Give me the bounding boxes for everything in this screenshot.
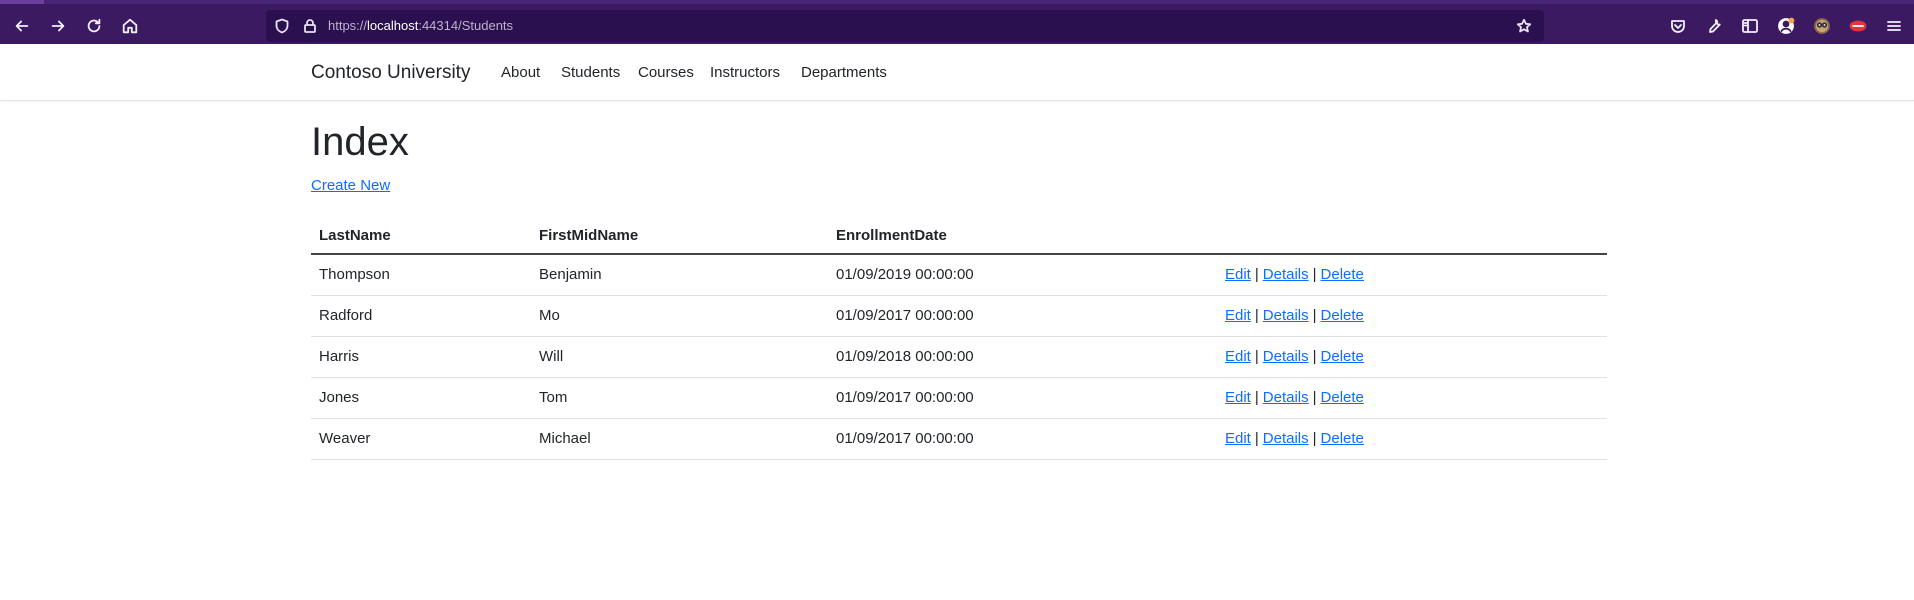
action-separator: |	[1312, 307, 1317, 324]
edit-link[interactable]: Edit	[1225, 348, 1251, 365]
url-scheme: https://	[328, 18, 368, 33]
cell-enrollmentdate: 01/09/2017 00:00:00	[828, 377, 1217, 419]
nav-courses[interactable]: Courses	[638, 64, 694, 81]
delete-link[interactable]: Delete	[1321, 307, 1364, 324]
extension-avatar-icon[interactable]	[1812, 16, 1832, 36]
table-header-row: LastName FirstMidName EnrollmentDate	[311, 218, 1607, 255]
delete-link[interactable]: Delete	[1321, 348, 1364, 365]
cell-firstmidname: Will	[531, 336, 828, 378]
site-navbar: Contoso University About Students Course…	[0, 44, 1914, 101]
delete-link[interactable]: Delete	[1321, 389, 1364, 406]
details-link[interactable]: Details	[1263, 266, 1309, 283]
cell-firstmidname: Benjamin	[531, 254, 828, 296]
brand-link[interactable]: Contoso University	[311, 62, 470, 84]
cell-firstmidname: Michael	[531, 418, 828, 460]
cell-firstmidname: Tom	[531, 377, 828, 419]
edit-link[interactable]: Edit	[1225, 307, 1251, 324]
cell-actions: Edit | Details | Delete	[1217, 295, 1607, 337]
url-text[interactable]: https://localhost:44314/Students	[328, 18, 513, 33]
cell-enrollmentdate: 01/09/2017 00:00:00	[828, 418, 1217, 460]
reload-icon[interactable]	[80, 12, 108, 40]
bookmark-star-icon[interactable]	[1516, 18, 1532, 34]
cell-lastname: Weaver	[311, 418, 531, 460]
header-actions	[1217, 218, 1607, 255]
cell-lastname: Thompson	[311, 254, 531, 296]
back-arrow-icon[interactable]	[8, 12, 36, 40]
action-separator: |	[1254, 307, 1259, 324]
action-separator: |	[1254, 430, 1259, 447]
nav-instructors[interactable]: Instructors	[710, 64, 780, 81]
extension-red-icon[interactable]	[1848, 16, 1868, 36]
cell-enrollmentdate: 01/09/2018 00:00:00	[828, 336, 1217, 378]
cell-enrollmentdate: 01/09/2019 00:00:00	[828, 254, 1217, 296]
sidebar-icon[interactable]	[1740, 16, 1760, 36]
cell-actions: Edit | Details | Delete	[1217, 418, 1607, 460]
details-link[interactable]: Details	[1263, 389, 1309, 406]
details-link[interactable]: Details	[1263, 307, 1309, 324]
nav-students[interactable]: Students	[561, 64, 620, 81]
tracking-shield-icon[interactable]	[274, 18, 290, 34]
table-row: Jones Tom 01/09/2017 00:00:00 Edit | Details |…	[311, 377, 1607, 419]
delete-link[interactable]: Delete	[1321, 266, 1364, 283]
address-bar[interactable]: https://localhost:44314/Students	[266, 10, 1544, 42]
cell-lastname: Jones	[311, 377, 531, 419]
action-separator: |	[1312, 389, 1317, 406]
account-icon[interactable]	[1776, 16, 1796, 36]
details-link[interactable]: Details	[1263, 430, 1309, 447]
cell-actions: Edit | Details | Delete	[1217, 377, 1607, 419]
edit-link[interactable]: Edit	[1225, 430, 1251, 447]
hamburger-menu-icon[interactable]	[1884, 16, 1904, 36]
pocket-icon[interactable]	[1668, 16, 1688, 36]
header-firstmidname: FirstMidName	[531, 218, 828, 255]
action-separator: |	[1312, 348, 1317, 365]
table-row: Thompson Benjamin 01/09/2019 00:00:00 Edit |…	[311, 254, 1607, 296]
nav-departments[interactable]: Departments	[801, 64, 887, 81]
action-separator: |	[1254, 266, 1259, 284]
action-separator: |	[1254, 348, 1259, 365]
forward-arrow-icon[interactable]	[44, 12, 72, 40]
lock-icon[interactable]	[302, 18, 318, 34]
cell-actions: Edit | Details | Delete	[1217, 254, 1607, 296]
action-separator: |	[1254, 389, 1259, 406]
action-separator: |	[1312, 266, 1317, 284]
action-separator: |	[1312, 430, 1317, 447]
browser-toolbar: https://localhost:44314/Students	[0, 0, 1914, 44]
cell-lastname: Radford	[311, 295, 531, 337]
cell-lastname: Harris	[311, 336, 531, 378]
url-path: :44314/Students	[418, 18, 514, 33]
cell-firstmidname: Mo	[531, 295, 828, 337]
home-icon[interactable]	[116, 12, 144, 40]
students-table: LastName FirstMidName EnrollmentDate Tho…	[311, 218, 1607, 460]
details-link[interactable]: Details	[1263, 348, 1309, 365]
tab-strip-accent	[0, 0, 44, 4]
edit-link[interactable]: Edit	[1225, 389, 1251, 406]
cell-enrollmentdate: 01/09/2017 00:00:00	[828, 295, 1217, 337]
page-title: Index	[311, 120, 409, 164]
url-host: localhost	[367, 18, 419, 33]
wrench-icon[interactable]	[1704, 16, 1724, 36]
header-lastname: LastName	[311, 218, 531, 255]
table-row: Weaver Michael 01/09/2017 00:00:00 Edit | Det…	[311, 418, 1607, 460]
edit-link[interactable]: Edit	[1225, 266, 1251, 283]
delete-link[interactable]: Delete	[1321, 430, 1364, 447]
table-row: Radford Mo 01/09/2017 00:00:00 Edit | Details…	[311, 295, 1607, 337]
header-enrollmentdate: EnrollmentDate	[828, 218, 1217, 255]
table-row: Harris Will 01/09/2018 00:00:00 Edit | Detail…	[311, 336, 1607, 378]
nav-about[interactable]: About	[501, 64, 540, 81]
cell-actions: Edit | Details | Delete	[1217, 336, 1607, 378]
create-new-link[interactable]: Create New	[311, 177, 390, 194]
